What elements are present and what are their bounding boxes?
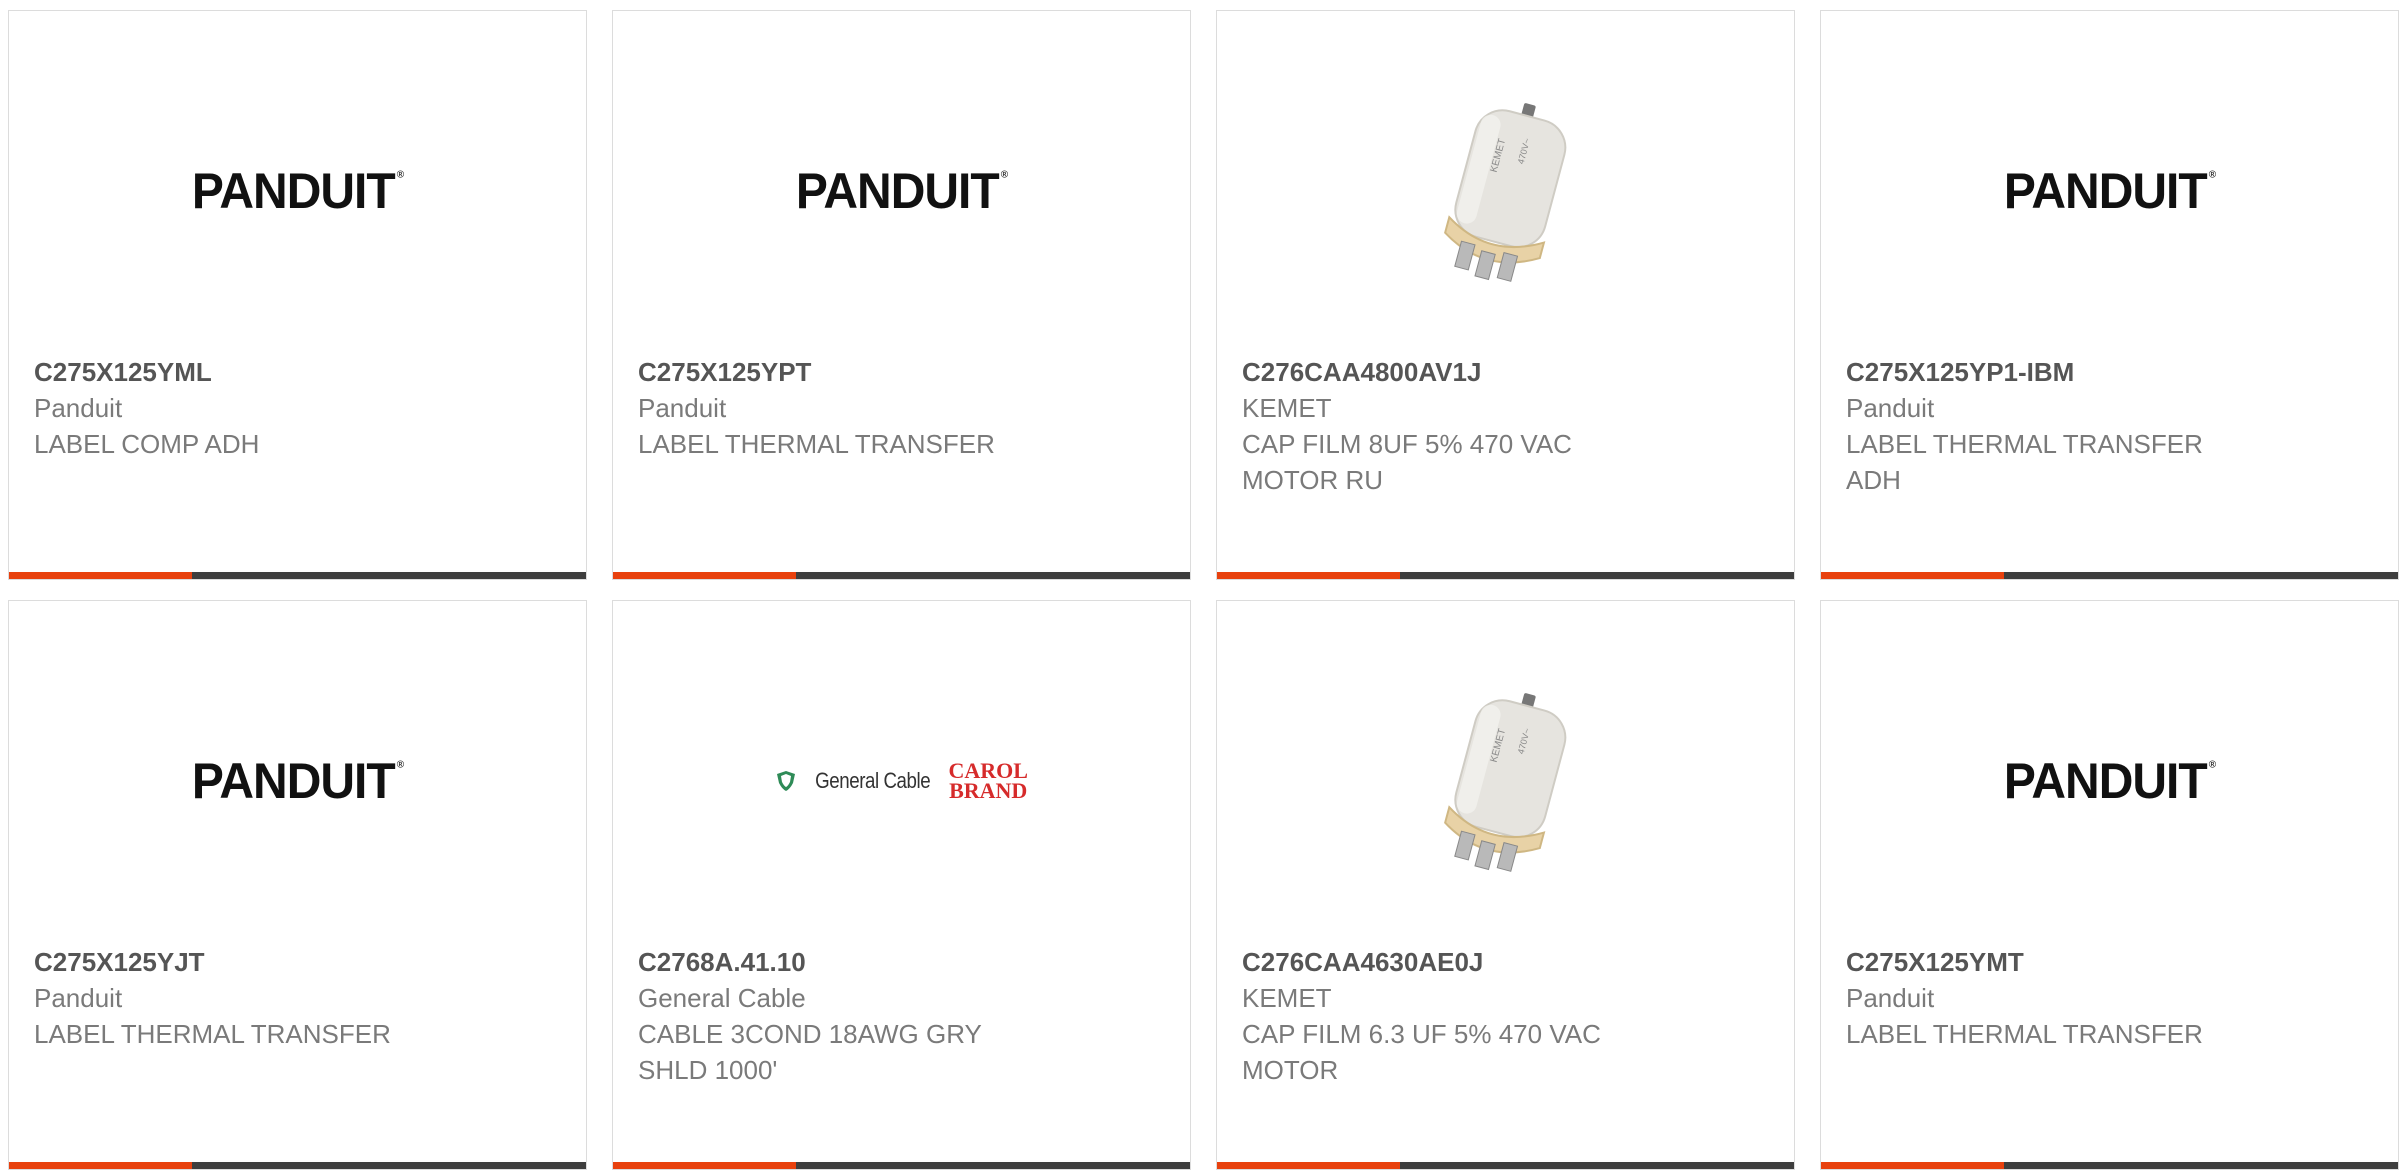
panduit-logo: PANDUIT ®: [795, 163, 1008, 219]
card-accent-bar: [613, 1162, 1190, 1169]
product-info: C275X125YJT Panduit LABEL THERMAL TRANSF…: [34, 944, 566, 1052]
card-accent-bar: [1217, 1162, 1794, 1169]
panduit-logo: PANDUIT ®: [2003, 163, 2216, 219]
product-image[interactable]: KEMET 470V~: [1217, 71, 1794, 311]
manufacturer-name: Panduit: [1846, 983, 1935, 1013]
product-card[interactable]: PANDUIT ® C275X125YMT Panduit LABEL THERM…: [1820, 600, 2399, 1170]
product-description: CAP FILM 6.3 UF 5% 470 VAC: [1242, 1019, 1601, 1049]
manufacturer-name: KEMET: [1242, 393, 1332, 423]
product-description-cont: ADH: [1846, 465, 1901, 495]
manufacturer-name: Panduit: [1846, 393, 1935, 423]
product-image[interactable]: PANDUIT ®: [9, 71, 586, 311]
manufacturer-name: Panduit: [34, 983, 123, 1013]
product-card[interactable]: PANDUIT ® C275X125YP1-IBM Panduit LABEL T…: [1820, 10, 2399, 580]
product-description: LABEL THERMAL TRANSFER: [1846, 429, 2203, 459]
panduit-logo: PANDUIT ®: [191, 163, 404, 219]
capacitor-photo: KEMET 470V~: [1443, 103, 1566, 282]
panduit-logo: PANDUIT ®: [2003, 753, 2216, 809]
product-info: C275X125YPT Panduit LABEL THERMAL TRANSF…: [638, 354, 1170, 462]
product-info: C276CAA4630AE0J KEMET CAP FILM 6.3 UF 5%…: [1242, 944, 1774, 1088]
manufacturer-name: General Cable: [638, 983, 806, 1013]
general-cable-logo: General Cable CAROL BRAND: [775, 760, 1028, 802]
part-number[interactable]: C2768A.41.10: [638, 944, 1170, 980]
card-accent-bar: [9, 572, 586, 579]
part-number[interactable]: C276CAA4800AV1J: [1242, 354, 1774, 390]
product-card[interactable]: PANDUIT ® C275X125YPT Panduit LABEL THERM…: [612, 10, 1191, 580]
product-image[interactable]: PANDUIT ®: [1821, 661, 2398, 901]
card-accent-bar: [1821, 1162, 2398, 1169]
part-number[interactable]: C275X125YMT: [1846, 944, 2378, 980]
part-number[interactable]: C275X125YJT: [34, 944, 566, 980]
product-description-cont: MOTOR: [1242, 1055, 1339, 1085]
product-grid: PANDUIT ® C275X125YML Panduit LABEL COMP …: [8, 10, 2399, 1170]
product-card[interactable]: KEMET 470V~ C276CAA4630AE0J KEMET CAP FI…: [1216, 600, 1795, 1170]
product-description: CAP FILM 8UF 5% 470 VAC: [1242, 429, 1572, 459]
card-accent-bar: [613, 572, 1190, 579]
product-description: LABEL COMP ADH: [34, 429, 260, 459]
product-info: C275X125YML Panduit LABEL COMP ADH: [34, 354, 566, 462]
product-description: LABEL THERMAL TRANSFER: [638, 429, 995, 459]
accent-segment: [1821, 572, 2004, 579]
product-card[interactable]: KEMET 470V~ C276CAA4800AV1J KEMET CAP FI…: [1216, 10, 1795, 580]
manufacturer-name: Panduit: [34, 393, 123, 423]
accent-segment: [613, 1162, 796, 1169]
product-card[interactable]: PANDUIT ® C275X125YML Panduit LABEL COMP …: [8, 10, 587, 580]
product-description-cont: SHLD 1000': [638, 1055, 778, 1085]
accent-segment: [613, 572, 796, 579]
manufacturer-name: Panduit: [638, 393, 727, 423]
accent-segment: [9, 572, 192, 579]
card-accent-bar: [9, 1162, 586, 1169]
part-number[interactable]: C275X125YML: [34, 354, 566, 390]
part-number[interactable]: C276CAA4630AE0J: [1242, 944, 1774, 980]
capacitor-photo: KEMET 470V~: [1443, 693, 1566, 872]
manufacturer-name: KEMET: [1242, 983, 1332, 1013]
accent-segment: [9, 1162, 192, 1169]
product-card[interactable]: PANDUIT ® C275X125YJT Panduit LABEL THERM…: [8, 600, 587, 1170]
accent-segment: [1821, 1162, 2004, 1169]
product-card[interactable]: General Cable CAROL BRAND C2768A.41.10 G…: [612, 600, 1191, 1170]
product-info: C276CAA4800AV1J KEMET CAP FILM 8UF 5% 47…: [1242, 354, 1774, 498]
product-description: LABEL THERMAL TRANSFER: [34, 1019, 391, 1049]
product-image[interactable]: PANDUIT ®: [9, 661, 586, 901]
shield-icon: [777, 771, 796, 791]
product-description: LABEL THERMAL TRANSFER: [1846, 1019, 2203, 1049]
part-number[interactable]: C275X125YP1-IBM: [1846, 354, 2378, 390]
product-description: CABLE 3COND 18AWG GRY: [638, 1019, 982, 1049]
card-accent-bar: [1821, 572, 2398, 579]
panduit-logo: PANDUIT ®: [191, 753, 404, 809]
product-info: C275X125YP1-IBM Panduit LABEL THERMAL TR…: [1846, 354, 2378, 498]
accent-segment: [1217, 572, 1400, 579]
card-accent-bar: [1217, 572, 1794, 579]
product-image[interactable]: KEMET 470V~: [1217, 661, 1794, 901]
product-image[interactable]: PANDUIT ®: [613, 71, 1190, 311]
product-image[interactable]: PANDUIT ®: [1821, 71, 2398, 311]
product-info: C275X125YMT Panduit LABEL THERMAL TRANSF…: [1846, 944, 2378, 1052]
product-description-cont: MOTOR RU: [1242, 465, 1384, 495]
product-info: C2768A.41.10 General Cable CABLE 3COND 1…: [638, 944, 1170, 1088]
accent-segment: [1217, 1162, 1400, 1169]
part-number[interactable]: C275X125YPT: [638, 354, 1170, 390]
product-image[interactable]: General Cable CAROL BRAND: [613, 661, 1190, 901]
